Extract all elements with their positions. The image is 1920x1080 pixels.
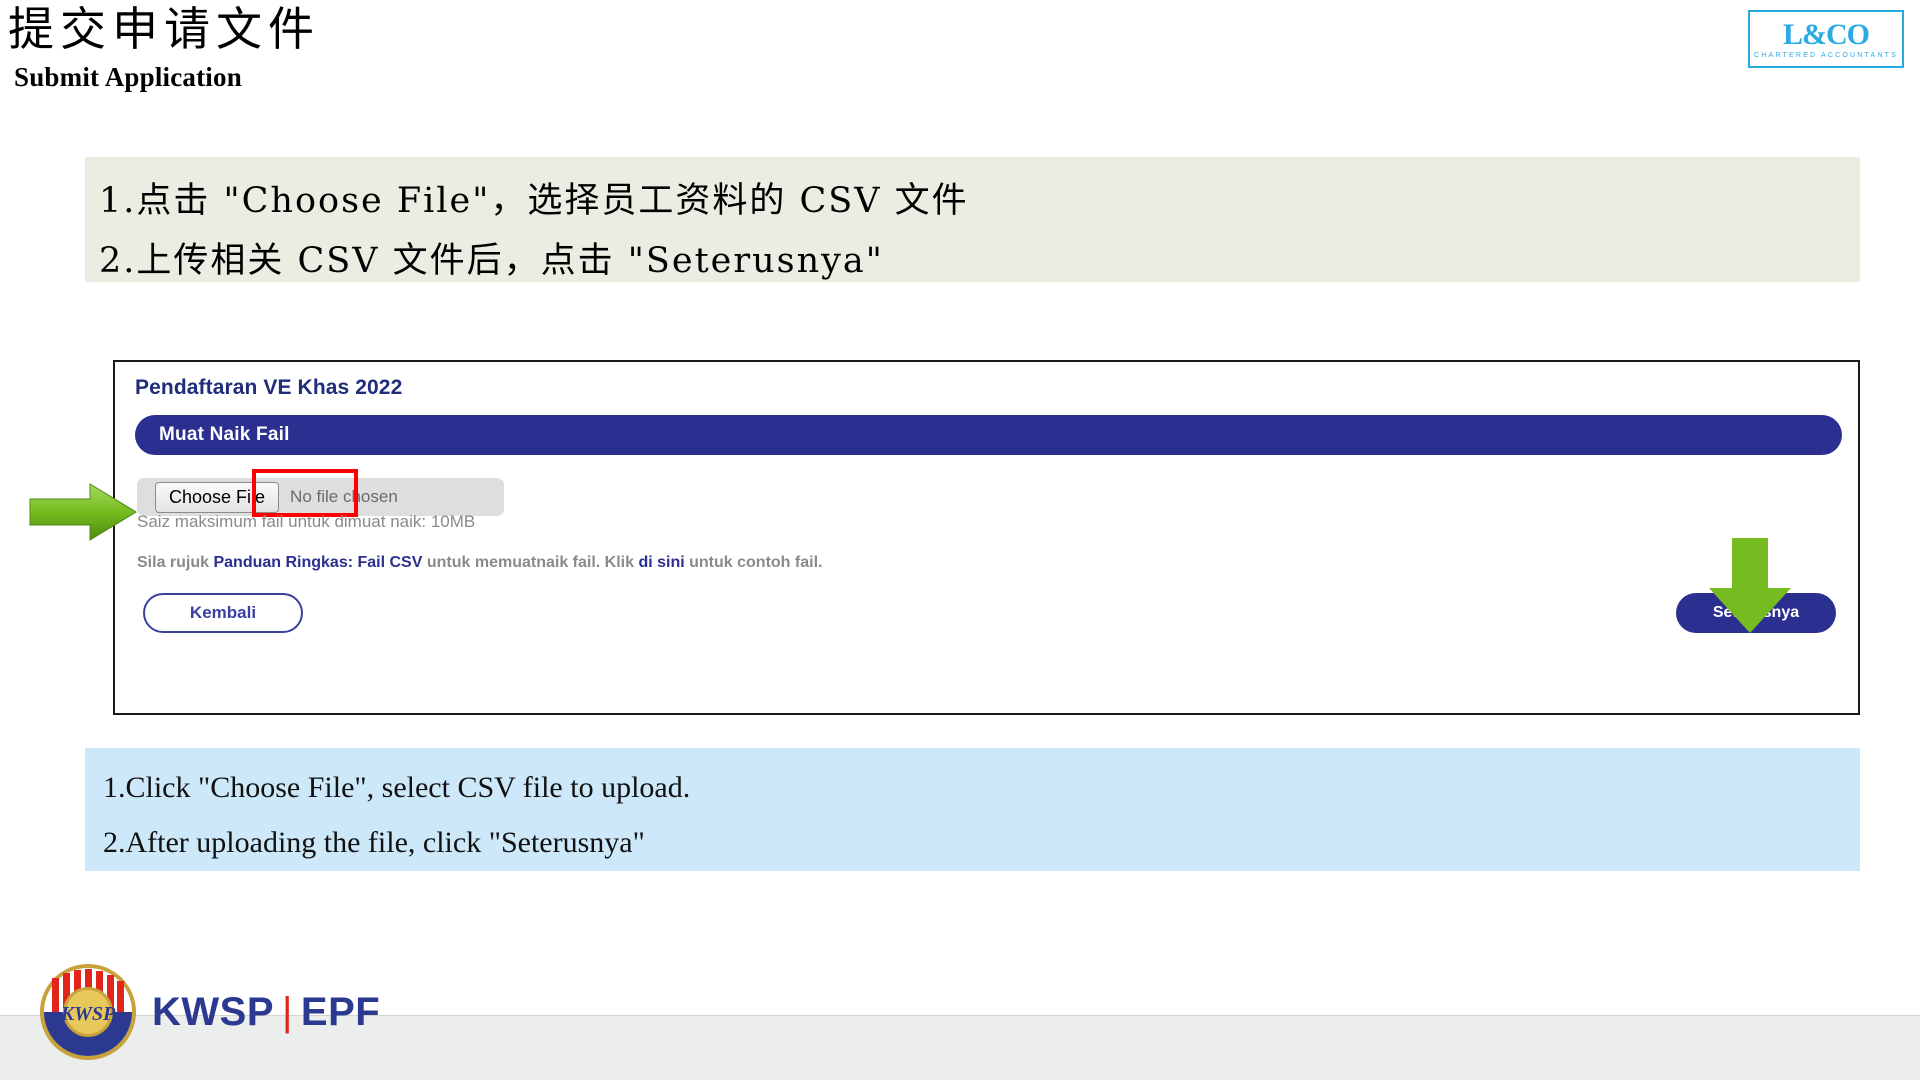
back-button[interactable]: Kembali — [143, 593, 303, 633]
kwsp-brand: KWSP KWSP | EPF — [38, 962, 380, 1062]
kwsp-wordmark: KWSP | EPF — [152, 990, 380, 1035]
kwsp-form-screenshot: Pendaftaran VE Khas 2022 Muat Naik Fail … — [113, 360, 1860, 715]
max-file-size-hint: Saiz maksimum fail untuk dimuat naik: 10… — [137, 512, 476, 531]
instructions-chinese-box: 1.点击 "Choose File"，选择员工资料的 CSV 文件 2.上传相关… — [85, 157, 1860, 282]
instruction-zh-line-1: 1.点击 "Choose File"，选择员工资料的 CSV 文件 — [99, 181, 969, 221]
choose-file-highlight-box — [252, 469, 358, 517]
guide-hint-text: Sila rujuk Panduan Ringkas: Fail CSV unt… — [137, 554, 822, 572]
instruction-en-line-1: 1.Click "Choose File", select CSV file t… — [103, 771, 691, 804]
lco-logo: L&CO CHARTERED ACCOUNTANTS — [1748, 10, 1904, 68]
green-right-arrow-icon — [28, 482, 138, 547]
form-page-title: Pendaftaran VE Khas 2022 — [135, 376, 403, 399]
guide-hint-pre: Sila rujuk — [137, 554, 214, 571]
epf-label: EPF — [300, 989, 381, 1034]
kwsp-separator: | — [282, 989, 293, 1034]
guide-hint-mid: untuk memuatnaik fail. Klik — [422, 554, 639, 571]
green-down-arrow-icon — [1705, 536, 1795, 641]
lco-logo-subtitle: CHARTERED ACCOUNTANTS — [1754, 51, 1898, 59]
svg-text:KWSP: KWSP — [60, 1003, 116, 1025]
upload-section-banner: Muat Naik Fail — [135, 415, 1842, 455]
kwsp-emblem-icon: KWSP — [38, 962, 138, 1062]
instructions-english-box: 1.Click "Choose File", select CSV file t… — [85, 748, 1860, 871]
page-title-zh: 提交申请文件 — [8, 2, 320, 56]
slide-root: 提交申请文件 Submit Application L&CO CHARTERED… — [0, 0, 1920, 1080]
guide-hint-post: untuk contoh fail. — [684, 554, 823, 571]
guide-link-disini[interactable]: di sini — [638, 554, 684, 571]
instruction-en-line-2: 2.After uploading the file, click "Seter… — [103, 826, 645, 859]
upload-section-label: Muat Naik Fail — [159, 424, 290, 445]
page-title-en: Submit Application — [14, 62, 242, 92]
instruction-zh-line-2: 2.上传相关 CSV 文件后，点击 "Seterusnya" — [99, 241, 884, 281]
lco-logo-mark: L&CO — [1783, 17, 1870, 51]
kwsp-label: KWSP — [152, 989, 274, 1034]
guide-link-panduan[interactable]: Panduan Ringkas: Fail CSV — [213, 554, 422, 571]
